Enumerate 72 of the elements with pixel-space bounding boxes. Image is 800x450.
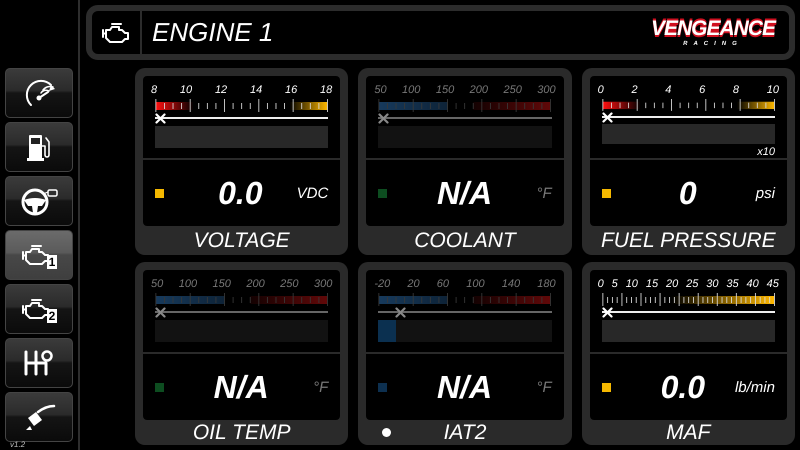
nav-button[interactable]	[5, 338, 73, 388]
scale-label: 8	[732, 84, 740, 96]
scale-label: 5	[612, 278, 618, 290]
scale-label: 100	[402, 84, 420, 96]
scale-label: 100	[178, 278, 198, 290]
scale-label: 18	[320, 84, 332, 96]
scale-label: 300	[537, 84, 556, 96]
gauge-value: N/A	[436, 368, 494, 406]
scale-label: 250	[280, 278, 298, 290]
scale-label: 10	[180, 84, 192, 96]
scale-label: 20	[407, 278, 420, 290]
gauge-label: IAT2	[444, 420, 486, 444]
gauge-unit: °F	[312, 378, 328, 396]
scale-label: 100	[466, 278, 485, 290]
scale-label: 10	[626, 278, 638, 290]
gauge-unit: psi	[754, 184, 775, 202]
gauge-unit: °F	[535, 378, 552, 396]
scale-label: 2	[631, 84, 638, 96]
scale-label: 250	[503, 84, 522, 96]
nav-button[interactable]	[5, 122, 73, 172]
scale-label: 300	[314, 278, 332, 290]
scale-label: 200	[470, 84, 488, 96]
nav-button[interactable]	[5, 392, 73, 442]
gauge-label: VOLTAGE	[194, 228, 290, 252]
nav-button[interactable]: 1	[5, 230, 73, 280]
scale-label: 180	[537, 278, 556, 290]
engine-icon	[101, 20, 131, 44]
scale-multiplier: x10	[757, 146, 775, 158]
scale-label: 150	[436, 84, 454, 96]
page-title: ENGINE 1	[152, 17, 274, 48]
gauge-value: 0	[678, 174, 698, 212]
scale-label: 45	[766, 278, 779, 290]
scale-label: 35	[726, 278, 739, 290]
nav-button[interactable]	[5, 68, 73, 118]
scale-label: 12	[214, 84, 228, 96]
scale-label: 4	[665, 84, 672, 96]
scale-label: 30	[706, 278, 718, 290]
nav-button[interactable]: 2	[5, 284, 73, 334]
scale-label: 0	[598, 84, 604, 96]
scale-label: -20	[374, 278, 390, 290]
level-bar-fill	[378, 320, 396, 342]
gauge-unit: lb/min	[734, 378, 775, 396]
scale-label: 8	[151, 84, 158, 96]
gauge-label: MAF	[666, 420, 710, 444]
nav-button[interactable]	[5, 176, 73, 226]
gauge-value: 0.0	[660, 368, 706, 406]
gauge-value: N/A	[436, 174, 494, 212]
scale-label: 10	[766, 84, 779, 96]
gauge-unit: °F	[535, 184, 552, 202]
fuel-pump-icon	[26, 132, 52, 162]
scale-label: 20	[666, 278, 678, 290]
scale-label: 50	[374, 84, 387, 96]
gauge-label: FUEL PRESSURE	[600, 228, 776, 252]
scale-label: 140	[502, 278, 520, 290]
gauge-value: N/A	[212, 368, 270, 406]
version-label: v1.2	[10, 440, 26, 449]
scale-label: 50	[151, 278, 164, 290]
gauge-label: COOLANT	[414, 228, 516, 252]
scale-label: 25	[686, 278, 698, 290]
steering-wheel-icon	[19, 186, 59, 216]
scale-label: 15	[646, 278, 658, 290]
scale-label: 40	[746, 278, 759, 290]
scale-label: 200	[246, 278, 265, 290]
scale-label: 16	[285, 84, 298, 96]
gauge-value: 0.0	[217, 174, 264, 212]
scale-label: 0	[598, 278, 604, 290]
scale-label: 14	[250, 84, 262, 96]
gauge-unit: VDC	[296, 184, 328, 202]
scale-label: 150	[212, 278, 231, 290]
scale-label: 6	[699, 84, 706, 96]
scale-label: 60	[436, 278, 450, 290]
gauge-label: OIL TEMP	[192, 420, 290, 444]
